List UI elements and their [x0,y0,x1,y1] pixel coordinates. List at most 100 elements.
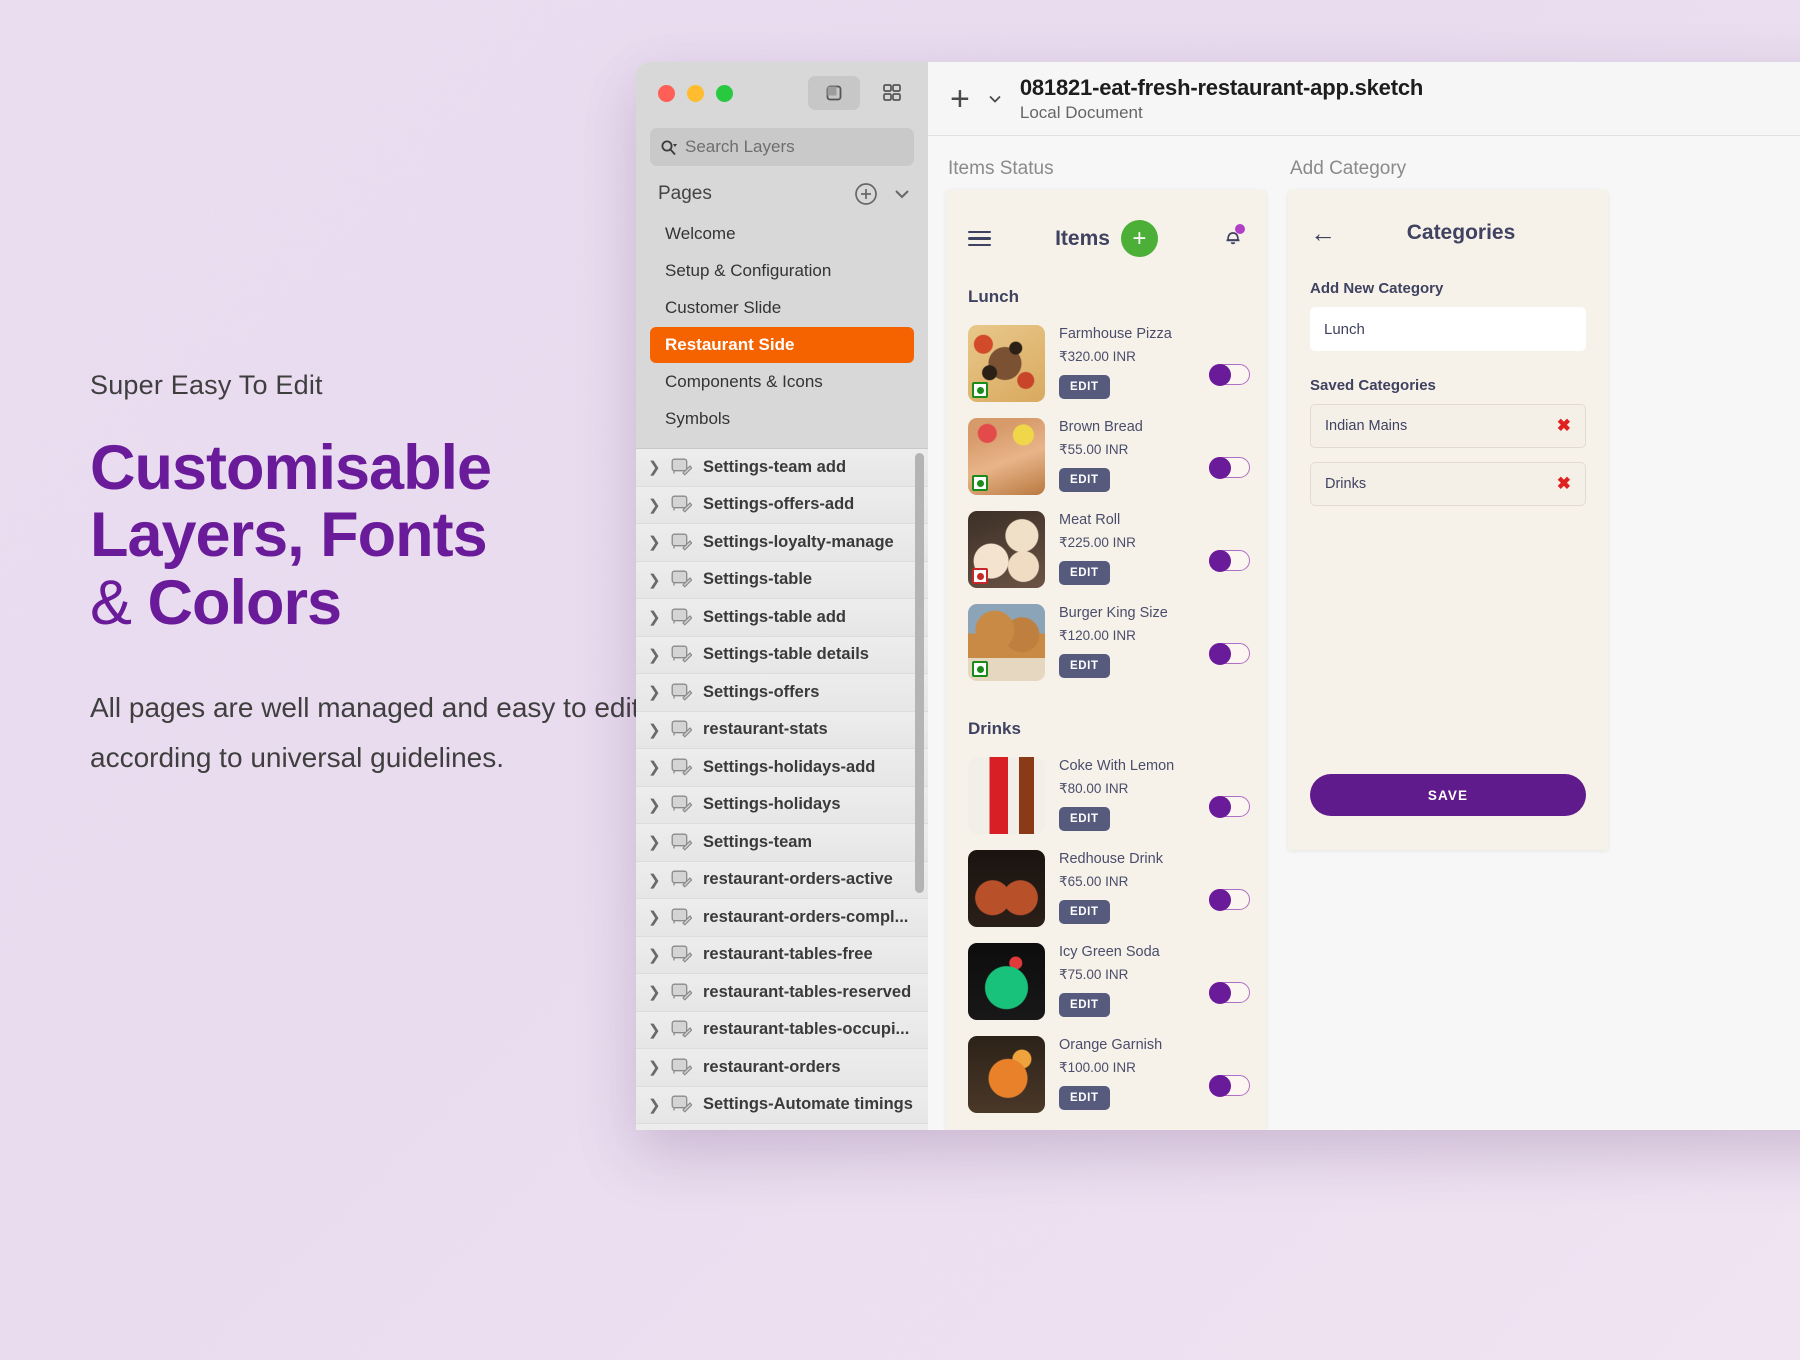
layer-name: Settings-team [703,832,813,851]
search-input[interactable]: Search Layers [650,128,914,166]
layer-row[interactable]: ❯ restaurant-tables-free [636,936,928,974]
chevron-right-icon[interactable]: ❯ [648,608,661,626]
item-row[interactable]: Orange Garnish ₹100.00 INR EDIT [946,1028,1266,1121]
chevron-right-icon[interactable]: ❯ [648,1096,661,1114]
item-availability-toggle[interactable] [1209,795,1250,818]
chevron-down-icon[interactable] [986,90,1004,108]
back-arrow-icon[interactable]: ← [1310,220,1336,246]
items-header: Items + [946,190,1266,257]
item-row[interactable]: Redhouse Drink ₹65.00 INR EDIT [946,842,1266,935]
item-row[interactable]: Burger King Size ₹120.00 INR EDIT [946,596,1266,689]
layer-row[interactable]: ❯ Settings-table add [636,599,928,637]
page-item-welcome[interactable]: Welcome [650,216,914,252]
artboard-label-add-category[interactable]: Add Category [1288,158,1608,180]
item-availability-toggle[interactable] [1209,888,1250,911]
item-availability-toggle[interactable] [1209,1074,1250,1097]
item-price: ₹55.00 INR [1059,442,1129,457]
remove-category-icon[interactable]: ✖ [1557,474,1571,494]
chevron-right-icon[interactable]: ❯ [648,758,661,776]
layer-row[interactable]: ❯ Settings-holidays [636,786,928,824]
chevron-right-icon[interactable]: ❯ [648,871,661,889]
edit-item-button[interactable]: EDIT [1059,375,1110,399]
chevron-right-icon[interactable]: ❯ [648,946,661,964]
layer-row[interactable]: ❯ Settings-holidays-add [636,749,928,787]
edit-item-button[interactable]: EDIT [1059,1086,1110,1110]
item-availability-toggle[interactable] [1209,642,1250,665]
menu-icon[interactable] [968,230,991,247]
page-item-setup-configuration[interactable]: Setup & Configuration [650,253,914,289]
layer-row[interactable]: ❯ Settings-team [636,824,928,862]
layer-row[interactable]: ❯ Settings-table [636,561,928,599]
chevron-right-icon[interactable]: ❯ [648,721,661,739]
saved-category-row[interactable]: Indian Mains ✖ [1310,404,1586,448]
item-availability-toggle[interactable] [1209,549,1250,572]
new-category-input[interactable]: Lunch [1310,307,1586,351]
save-button[interactable]: SAVE [1310,774,1586,816]
item-thumbnail [968,604,1045,681]
layer-row[interactable]: ❯ restaurant-stats [636,711,928,749]
item-availability-toggle[interactable] [1209,456,1250,479]
item-availability-toggle[interactable] [1209,981,1250,1004]
layer-name: restaurant-stats [703,720,828,739]
layer-name: Settings-table [703,570,813,589]
notifications-button[interactable] [1222,224,1245,252]
layer-row[interactable]: ❯ restaurant-orders-active [636,861,928,899]
layers-list[interactable]: ❯ Settings-team add ❯ Settings-offers-add ❯ S… [636,448,928,1130]
item-row[interactable]: Meat Roll ₹225.00 INR EDIT [946,503,1266,596]
layer-row[interactable]: ❯ Settings-Automate timings [636,1086,928,1124]
insert-icon[interactable]: + [950,82,970,116]
chevron-right-icon[interactable]: ❯ [648,496,661,514]
layer-row[interactable]: ❯ restaurant-tables-occupi... [636,1011,928,1049]
promo-title-line-1: Customisable [90,433,492,503]
chevron-right-icon[interactable]: ❯ [648,796,661,814]
maximize-icon[interactable] [716,84,733,102]
layers-scrollbar[interactable] [915,453,924,893]
layer-row[interactable]: ❯ restaurant-orders [636,1049,928,1087]
layer-row[interactable]: ❯ Settings-offers [636,674,928,712]
close-icon[interactable] [658,84,675,102]
item-price: ₹120.00 INR [1059,628,1136,643]
item-availability-toggle[interactable] [1209,363,1250,386]
grid-view-button[interactable] [866,76,918,110]
chevron-down-icon[interactable] [892,184,912,204]
canvas-view-button[interactable] [808,76,860,110]
add-page-icon[interactable] [854,182,878,206]
item-row[interactable]: Icy Green Soda ₹75.00 INR EDIT [946,935,1266,1028]
add-item-button[interactable]: + [1120,220,1158,257]
minimize-icon[interactable] [687,84,704,102]
edit-item-button[interactable]: EDIT [1059,654,1110,678]
item-row[interactable]: Coke With Lemon ₹80.00 INR EDIT [946,749,1266,842]
layer-row[interactable]: ❯ restaurant-tables-reserved [636,974,928,1012]
saved-category-row[interactable]: Drinks ✖ [1310,462,1586,506]
layer-row[interactable]: ❯ Settings-table details [636,636,928,674]
chevron-right-icon[interactable]: ❯ [648,533,661,551]
artboard-label-items-status[interactable]: Items Status [946,158,1266,180]
chevron-right-icon[interactable]: ❯ [648,833,661,851]
chevron-right-icon[interactable]: ❯ [648,683,661,701]
chevron-right-icon[interactable]: ❯ [648,1058,661,1076]
layer-row[interactable]: ❯ restaurant-orders-compl... [636,899,928,937]
edit-item-button[interactable]: EDIT [1059,468,1110,492]
page-item-customer-slide[interactable]: Customer Slide [650,290,914,326]
edit-item-button[interactable]: EDIT [1059,900,1110,924]
chevron-right-icon[interactable]: ❯ [648,908,661,926]
page-item-components-icons[interactable]: Components & Icons [650,364,914,400]
sidebar: Search Layers Pages Welcome Setup & Conf… [636,62,928,1130]
chevron-right-icon[interactable]: ❯ [648,458,661,476]
layer-row[interactable]: ❯ Settings-offers-add [636,486,928,524]
remove-category-icon[interactable]: ✖ [1557,416,1571,436]
edit-item-button[interactable]: EDIT [1059,561,1110,585]
chevron-right-icon[interactable]: ❯ [648,571,661,589]
edit-item-button[interactable]: EDIT [1059,807,1110,831]
edit-item-button[interactable]: EDIT [1059,993,1110,1017]
item-row[interactable]: Brown Bread ₹55.00 INR EDIT [946,410,1266,503]
page-item-symbols[interactable]: Symbols [650,401,914,437]
item-name: Burger King Size [1059,605,1168,621]
item-row[interactable]: Farmhouse Pizza ₹320.00 INR EDIT [946,317,1266,410]
chevron-right-icon[interactable]: ❯ [648,646,661,664]
chevron-right-icon[interactable]: ❯ [648,983,661,1001]
layer-row[interactable]: ❯ Settings-loyalty-manage [636,524,928,562]
page-item-restaurant-side[interactable]: Restaurant Side [650,327,914,363]
layer-row[interactable]: ❯ Settings-team add [636,449,928,487]
chevron-right-icon[interactable]: ❯ [648,1021,661,1039]
